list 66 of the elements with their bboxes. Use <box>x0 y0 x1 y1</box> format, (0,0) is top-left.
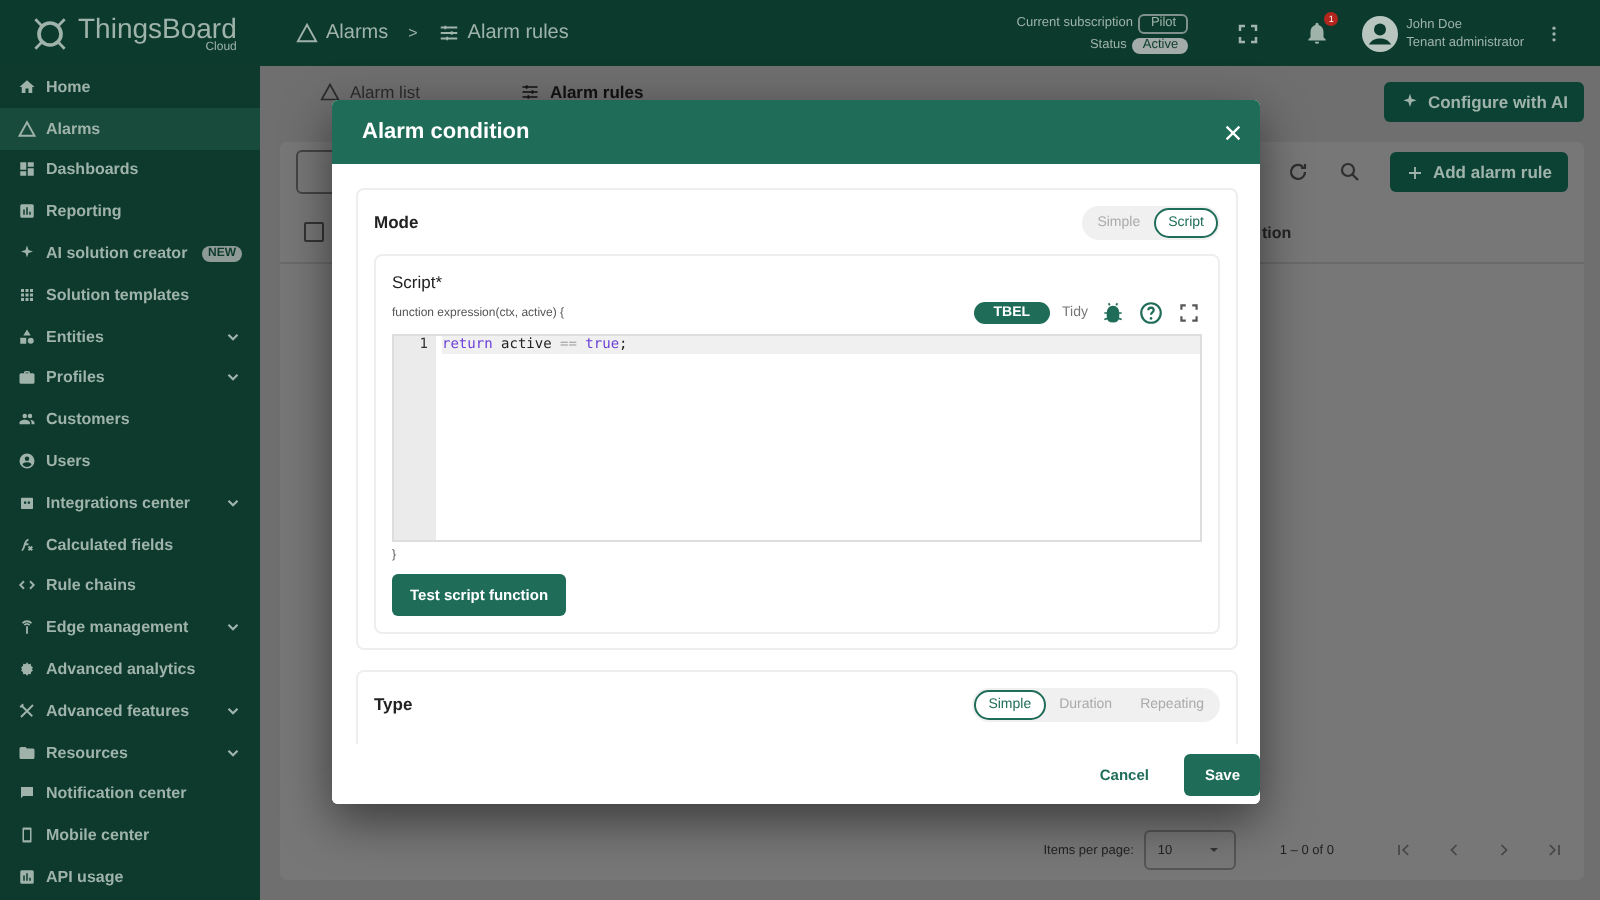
fullscreen-icon[interactable] <box>1236 21 1261 45</box>
script-label: Script* <box>392 272 443 292</box>
sidebar-item[interactable]: Advanced analytics <box>0 648 260 690</box>
configure-with-ai-button[interactable]: Configure with AI <box>1383 82 1584 122</box>
sidebar-item[interactable]: Users <box>0 440 260 482</box>
search-icon[interactable] <box>1338 160 1363 184</box>
breadcrumb-separator: > <box>408 24 418 42</box>
sidebar-item[interactable]: Notification center <box>0 773 260 815</box>
sidebar-item[interactable]: API usage <box>0 856 260 898</box>
fullscreen-icon[interactable] <box>1176 300 1202 326</box>
briefcase-icon <box>18 368 36 387</box>
refresh-icon[interactable] <box>1286 160 1311 184</box>
section-label: Mode <box>374 212 419 232</box>
code-icon <box>18 576 36 595</box>
breadcrumb-link[interactable]: Alarm rules <box>437 22 569 44</box>
antenna-icon <box>18 618 36 637</box>
sidebar-item[interactable]: Edge management <box>0 606 260 649</box>
sidebar-item[interactable]: Calculated fields <box>0 523 260 566</box>
sparkle-icon <box>1399 92 1420 112</box>
function-icon <box>18 535 36 554</box>
sidebar-item[interactable]: Customers <box>0 398 260 441</box>
help-icon[interactable] <box>1138 300 1164 326</box>
tab[interactable]: Alarm rules <box>519 74 644 114</box>
bug-icon[interactable] <box>1100 300 1126 326</box>
dropdown-arrow-icon <box>1205 842 1222 858</box>
sidebar-item[interactable]: Advanced features <box>0 689 260 732</box>
sidebar-item[interactable]: Resources <box>0 731 260 774</box>
house-icon <box>18 77 36 96</box>
close-icon[interactable] <box>1222 121 1244 143</box>
gear-icon <box>18 660 36 679</box>
select-all-checkbox[interactable] <box>304 222 324 242</box>
message-icon <box>18 784 36 803</box>
warning-icon <box>320 82 340 102</box>
section-label: Type <box>374 694 413 714</box>
phone-icon <box>18 826 36 845</box>
add-alarm-rule-button[interactable]: Add alarm rule <box>1390 152 1568 192</box>
dashboard-icon <box>18 160 36 179</box>
chart-icon <box>18 202 36 221</box>
sidebar-item[interactable]: Alarms <box>0 107 260 150</box>
user-icon <box>18 452 36 471</box>
logo-name: ThingsBoard <box>78 13 237 41</box>
sidebar-item[interactable]: Dashboards <box>0 149 260 191</box>
grid-icon <box>18 285 36 304</box>
plus-icon <box>1406 163 1425 181</box>
chart-icon <box>18 868 36 887</box>
notification-bell-icon[interactable] <box>1304 20 1331 46</box>
warning-icon <box>296 22 318 44</box>
device-icon <box>18 493 36 512</box>
people-icon <box>18 410 36 429</box>
column-header: tion <box>1262 223 1292 241</box>
sidebar-item[interactable]: Integrations center <box>0 481 260 524</box>
sliders-icon <box>437 22 460 44</box>
sidebar-item[interactable]: Mobile center <box>0 814 260 857</box>
breadcrumb-link[interactable]: Alarms <box>296 22 389 44</box>
sidebar-item[interactable]: Entities <box>0 315 260 358</box>
sidebar-item[interactable]: Reporting <box>0 190 260 233</box>
sliders-icon <box>519 82 540 102</box>
warning-icon <box>18 119 36 138</box>
sidebar-item[interactable]: Rule chains <box>0 565 260 607</box>
sidebar-item[interactable]: Profiles <box>0 357 260 399</box>
dialog-title: Alarm condition <box>362 120 530 144</box>
folder-icon <box>18 743 36 762</box>
sidebar-item[interactable]: Solution templates <box>0 273 260 316</box>
sidebar-item[interactable]: Home <box>0 66 260 108</box>
shapes-icon <box>18 327 36 346</box>
avatar-icon[interactable] <box>1362 15 1399 51</box>
